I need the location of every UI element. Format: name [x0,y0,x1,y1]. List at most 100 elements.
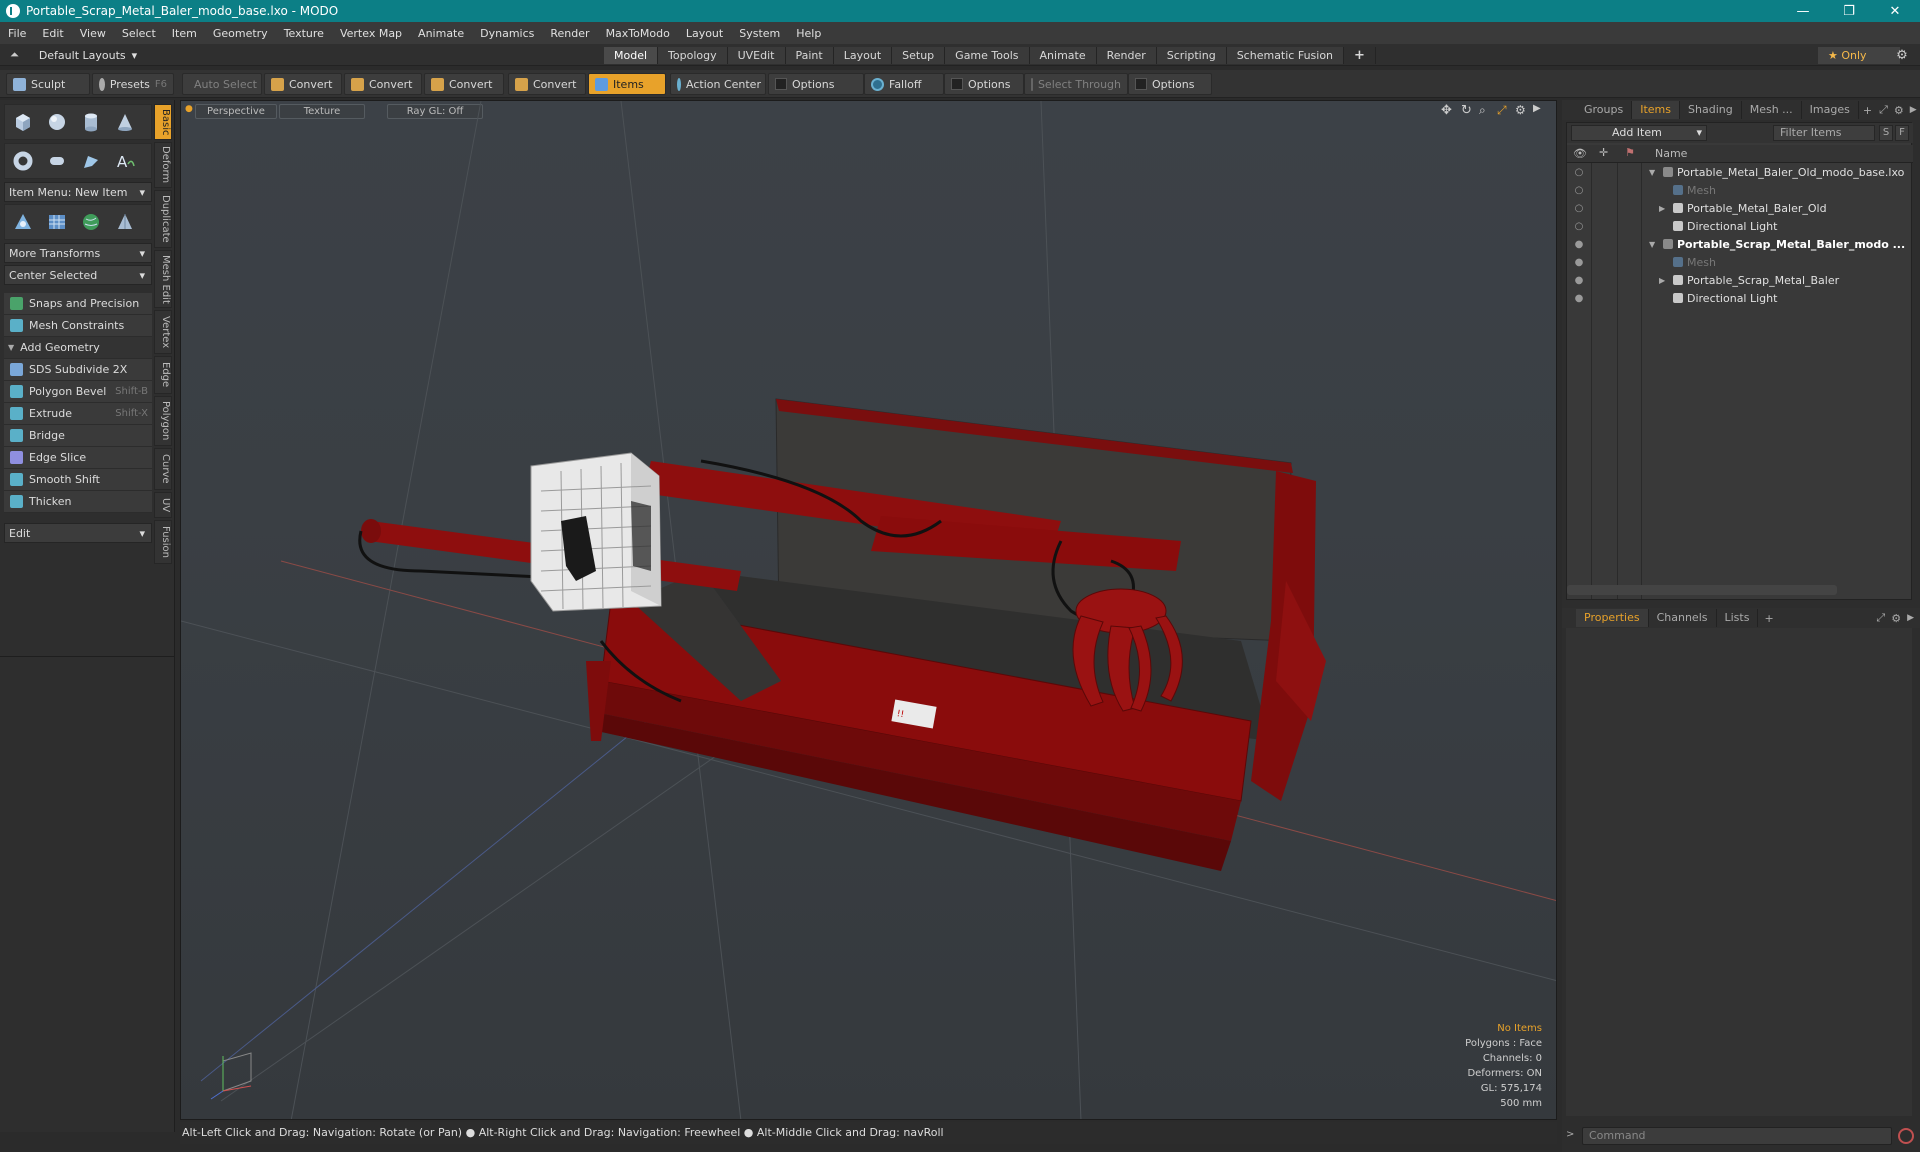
action-center-options-button[interactable]: Options [768,73,864,95]
tab-channels[interactable]: Channels [1649,609,1717,627]
convert-polygons-button[interactable]: Convert [424,73,504,95]
menu-render[interactable]: Render [542,27,597,40]
sphere-icon[interactable] [43,108,71,136]
name-column-header[interactable]: Name [1655,147,1687,160]
menu-view[interactable]: View [72,27,114,40]
tab-uvedit[interactable]: UVEdit [727,47,786,64]
auto-select-button[interactable]: Auto Select [182,73,262,95]
layout-selector[interactable]: ⏶ Default Layouts ▾ [10,47,137,63]
close-button[interactable]: ✕ [1872,0,1918,22]
panel-gear-icon[interactable]: ⚙ [1888,612,1904,625]
menu-item[interactable]: Item [164,27,205,40]
globe-icon[interactable] [77,208,105,236]
tree-row[interactable]: ● ▼ Portable_Scrap_Metal_Baler_modo ... [1567,235,1913,253]
pyramid-icon[interactable] [111,208,139,236]
mesh-constraints-button[interactable]: Mesh Constraints [4,315,152,337]
cone-icon[interactable] [111,108,139,136]
render-column-icon[interactable]: ⚑ [1625,146,1635,159]
minimize-button[interactable]: — [1780,0,1826,22]
menu-select[interactable]: Select [114,27,164,40]
menu-maxtomodo[interactable]: MaxToModo [598,27,678,40]
tab-topology[interactable]: Topology [658,47,728,64]
add-tab-icon[interactable]: + [1758,612,1779,625]
convert-materials-button[interactable]: Convert [508,73,586,95]
expand-panel-icon[interactable]: ⤢ [1873,611,1888,625]
side-tab-basic[interactable]: Basic [154,104,172,140]
falloff-button[interactable]: Falloff [864,73,944,95]
side-tab-polygon[interactable]: Polygon [154,396,172,446]
items-mode-button[interactable]: Items [588,73,666,95]
menu-edit[interactable]: Edit [34,27,71,40]
menu-layout[interactable]: Layout [678,27,731,40]
tool-edge-slice[interactable]: Edge Slice [4,447,152,469]
side-tab-deform[interactable]: Deform [154,142,172,188]
presets-button[interactable]: Presets F6 [92,73,174,95]
filter-f-button[interactable]: F [1895,125,1909,141]
capsule-icon[interactable] [43,147,71,175]
tab-groups[interactable]: Groups [1576,101,1633,119]
tool-bridge[interactable]: Bridge [4,425,152,447]
only-toggle[interactable]: ★ Only [1818,47,1900,64]
more-transforms-dropdown[interactable]: More Transforms ▾ [4,243,152,263]
panel-gear-icon[interactable]: ⚙ [1891,104,1907,117]
visibility-column-icon[interactable]: 👁 [1573,147,1587,160]
visibility-eye-icon[interactable]: ○ [1573,203,1585,214]
visibility-eye-icon[interactable]: ● [1573,239,1585,250]
expand-arrow-icon[interactable]: ▶ [1659,276,1665,285]
side-tab-fusion[interactable]: Fusion [154,520,172,564]
panel-arrow-icon[interactable]: ▶ [1904,613,1920,623]
action-center-button[interactable]: Action Center [670,73,766,95]
expand-panel-icon[interactable]: ⤢ [1876,103,1891,117]
expand-arrow-icon[interactable]: ▼ [1649,240,1655,249]
expand-arrow-icon[interactable]: ▶ [1659,204,1665,213]
locator-icon[interactable] [9,208,37,236]
tree-row[interactable]: ○ ▶ Portable_Metal_Baler_Old [1567,199,1913,217]
tree-row[interactable]: ● ▶ Portable_Scrap_Metal_Baler [1567,271,1913,289]
menu-texture[interactable]: Texture [276,27,332,40]
cube-icon[interactable] [9,108,37,136]
side-tab-vertex[interactable]: Vertex [154,310,172,354]
visibility-eye-icon[interactable]: ○ [1573,185,1585,196]
tab-schematic-fusion[interactable]: Schematic Fusion [1226,47,1345,64]
side-tab-mesh-edit[interactable]: Mesh Edit [154,250,172,308]
tool-polygon-bevel[interactable]: Polygon Bevel Shift-B [4,381,152,403]
tab-paint[interactable]: Paint [785,47,834,64]
torus-icon[interactable] [9,147,37,175]
menu-geometry[interactable]: Geometry [205,27,276,40]
tab-setup[interactable]: Setup [892,47,946,64]
tab-model[interactable]: Model [604,47,659,64]
tool-thicken[interactable]: Thicken [4,491,152,513]
cylinder-icon[interactable] [77,108,105,136]
convert-vertices-button[interactable]: Convert [264,73,342,95]
side-tab-curve[interactable]: Curve [154,448,172,490]
side-tab-edge[interactable]: Edge [154,356,172,394]
tool-sds-subdivide-2x[interactable]: SDS Subdivide 2X [4,359,152,381]
filter-s-button[interactable]: S [1879,125,1893,141]
gear-icon[interactable]: ⚙ [1892,47,1912,64]
visibility-eye-icon[interactable]: ● [1573,293,1585,304]
select-through-options-button[interactable]: Options [1128,73,1212,95]
sculpt-button[interactable]: Sculpt [6,73,90,95]
visibility-eye-icon[interactable]: ○ [1573,167,1585,178]
horizontal-scrollbar[interactable] [1567,585,1837,595]
text-tool-icon[interactable]: A [111,147,139,175]
tree-row[interactable]: ○ Directional Light [1567,217,1913,235]
tree-row[interactable]: ○ Mesh [1567,181,1913,199]
add-geometry-header[interactable]: ▼ Add Geometry [4,337,152,359]
tool-extrude[interactable]: Extrude Shift-X [4,403,152,425]
menu-animate[interactable]: Animate [410,27,472,40]
panel-arrow-icon[interactable]: ▶ [1907,105,1920,115]
item-menu-dropdown[interactable]: Item Menu: New Item ▾ [4,182,152,202]
add-item-button[interactable]: Add Item ▾ [1571,125,1707,141]
edit-dropdown[interactable]: Edit ▾ [4,523,152,543]
tool-smooth-shift[interactable]: Smooth Shift [4,469,152,491]
tree-row[interactable]: ○ ▼ Portable_Metal_Baler_Old_modo_base.lxo [1567,163,1913,181]
add-tab-icon[interactable]: + [1859,104,1876,117]
visibility-eye-icon[interactable]: ● [1573,257,1585,268]
tab-scripting[interactable]: Scripting [1156,47,1227,64]
add-tab-icon[interactable]: + [1344,47,1376,64]
falloff-options-button[interactable]: Options [944,73,1024,95]
record-icon[interactable] [1898,1128,1914,1144]
convert-edges-button[interactable]: Convert [344,73,422,95]
tab-shading[interactable]: Shading [1680,101,1742,119]
